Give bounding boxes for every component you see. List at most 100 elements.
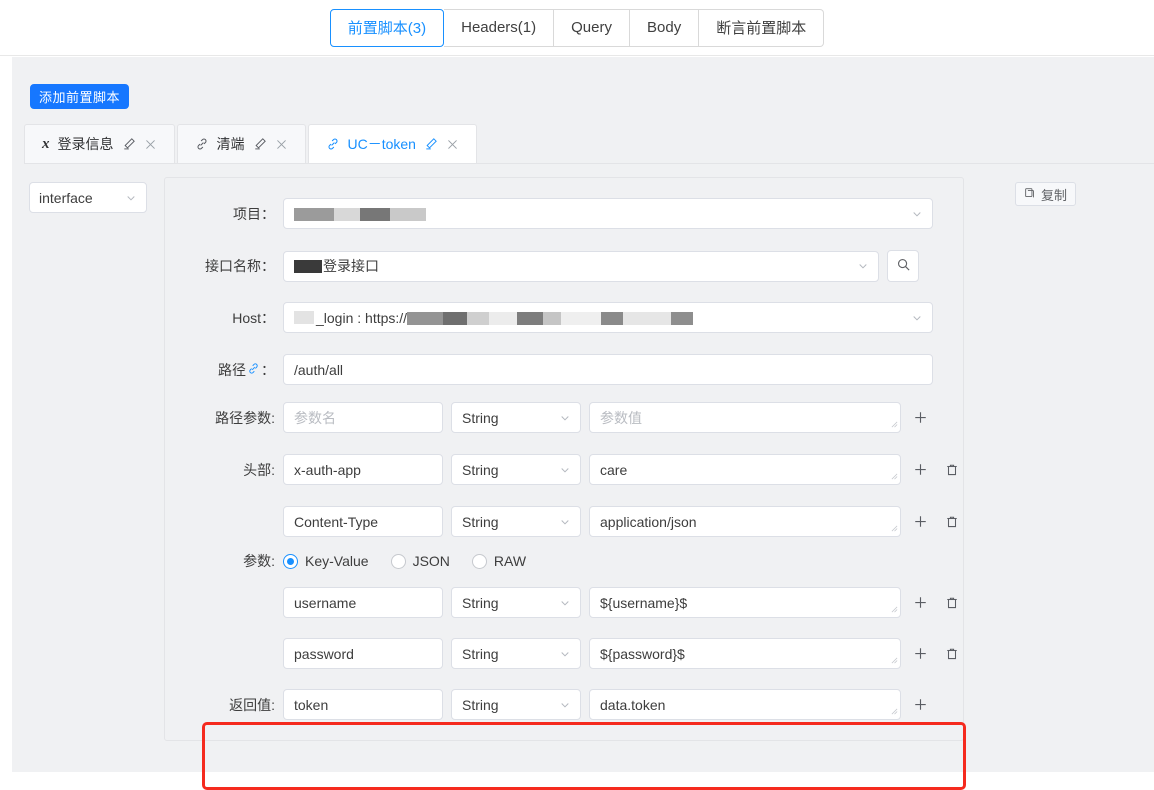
tab-assert-pre-script-label: 断言前置脚本 xyxy=(716,17,806,38)
project-label: 项目： xyxy=(165,204,283,224)
project-select[interactable] xyxy=(283,198,933,229)
header-type-select-1[interactable]: String xyxy=(451,454,581,485)
host-label: Host： xyxy=(165,308,283,328)
resize-handle-icon[interactable] xyxy=(891,467,898,483)
chevron-down-icon xyxy=(559,699,571,711)
param-type-value-2: String xyxy=(462,646,499,662)
radio-dot-selected-icon xyxy=(283,554,298,569)
chevron-down-icon xyxy=(559,464,571,476)
param-value-input-2[interactable]: ${password}$ xyxy=(589,638,901,669)
delete-header-button-2[interactable] xyxy=(943,513,961,531)
add-pre-script-button[interactable]: 添加前置脚本 xyxy=(30,84,129,109)
path-value: /auth/all xyxy=(294,362,343,378)
chevron-down-icon xyxy=(857,260,869,272)
pre-script-panel: 添加前置脚本 x 登录信息 清端 xyxy=(12,57,1154,772)
header-name-value-1: x-auth-app xyxy=(294,462,361,478)
radio-dot-icon xyxy=(472,554,487,569)
param-mode-raw[interactable]: RAW xyxy=(472,553,526,569)
add-header-button-1[interactable] xyxy=(911,461,929,479)
param-mode-json[interactable]: JSON xyxy=(391,553,450,569)
link-icon[interactable] xyxy=(247,362,260,378)
close-icon[interactable] xyxy=(275,138,288,151)
delete-param-button-1[interactable] xyxy=(943,594,961,612)
tab-pre-script-label: 前置脚本(3) xyxy=(348,17,426,38)
form-row-interface-name: 接口名称： 登录接口 xyxy=(165,250,963,282)
close-icon[interactable] xyxy=(144,138,157,151)
param-name-value-2: password xyxy=(294,646,354,662)
copy-button[interactable]: 复制 xyxy=(1015,182,1076,206)
return-value-path-input[interactable]: data.token xyxy=(589,689,901,720)
interface-type-value: interface xyxy=(39,190,93,206)
edit-pencil-icon[interactable] xyxy=(424,137,438,151)
tab-headers[interactable]: Headers(1) xyxy=(444,9,554,47)
param-name-input-1[interactable]: username xyxy=(283,587,443,618)
path-param-type-value: String xyxy=(462,410,499,426)
request-form-card: 项目： 接口名称： 登录接口 xyxy=(164,177,964,741)
script-tab-login-info[interactable]: x 登录信息 xyxy=(24,124,175,163)
interface-name-label: 接口名称： xyxy=(165,256,283,276)
param-mode-key-value[interactable]: Key-Value xyxy=(283,553,369,569)
resize-handle-icon[interactable] xyxy=(891,702,898,718)
main-tabs-group: 前置脚本(3) Headers(1) Query Body 断言前置脚本 xyxy=(330,9,824,47)
script-tab-bar: x 登录信息 清端 UC－token xyxy=(24,124,1154,164)
param-value-input-1[interactable]: ${username}$ xyxy=(589,587,901,618)
tab-body[interactable]: Body xyxy=(630,9,699,47)
tab-query[interactable]: Query xyxy=(554,9,630,47)
return-value-type-select[interactable]: String xyxy=(451,689,581,720)
header-value-input-2[interactable]: application/json xyxy=(589,506,901,537)
delete-header-button-1[interactable] xyxy=(943,461,961,479)
script-tab-uc-token[interactable]: UC－token xyxy=(308,124,477,163)
param-value-2: ${password}$ xyxy=(600,646,685,662)
tab-body-label: Body xyxy=(647,19,681,36)
add-param-button-2[interactable] xyxy=(911,645,929,663)
script-tab-qingduan[interactable]: 清端 xyxy=(177,124,306,163)
interface-search-button[interactable] xyxy=(887,250,919,282)
tab-assert-pre-script[interactable]: 断言前置脚本 xyxy=(699,9,824,47)
path-param-value-input[interactable]: 参数值 xyxy=(589,402,901,433)
resize-handle-icon[interactable] xyxy=(891,600,898,616)
project-value-redacted xyxy=(294,206,426,222)
edit-pencil-icon[interactable] xyxy=(253,137,267,151)
script-tab-qingduan-label: 清端 xyxy=(217,134,245,154)
header-type-select-2[interactable]: String xyxy=(451,506,581,537)
delete-param-button-2[interactable] xyxy=(943,645,961,663)
edit-pencil-icon[interactable] xyxy=(122,137,136,151)
resize-handle-icon[interactable] xyxy=(891,651,898,667)
path-params-label: 路径参数: xyxy=(165,408,283,428)
add-param-button-1[interactable] xyxy=(911,594,929,612)
search-icon xyxy=(896,257,911,275)
add-return-value-button[interactable] xyxy=(911,696,929,714)
param-name-input-2[interactable]: password xyxy=(283,638,443,669)
copy-icon xyxy=(1024,187,1036,202)
param-type-select-2[interactable]: String xyxy=(451,638,581,669)
header-name-input-2[interactable]: Content-Type xyxy=(283,506,443,537)
resize-handle-icon[interactable] xyxy=(891,519,898,535)
host-redaction-suffix xyxy=(407,310,693,326)
link-chain-icon xyxy=(326,137,340,151)
header-value-input-1[interactable]: care xyxy=(589,454,901,485)
host-value: _login : https:// xyxy=(316,310,407,326)
tab-headers-label: Headers(1) xyxy=(461,19,536,36)
param-type-select-1[interactable]: String xyxy=(451,587,581,618)
add-path-param-button[interactable] xyxy=(911,409,929,427)
param-mode-key-value-label: Key-Value xyxy=(305,553,369,569)
chevron-down-icon xyxy=(559,412,571,424)
header-name-input-1[interactable]: x-auth-app xyxy=(283,454,443,485)
interface-name-select[interactable]: 登录接口 xyxy=(283,251,879,282)
path-param-name-input[interactable]: 参数名 xyxy=(283,402,443,433)
link-chain-icon xyxy=(195,137,209,151)
chevron-down-icon xyxy=(125,192,137,204)
close-icon[interactable] xyxy=(446,138,459,151)
resize-handle-icon[interactable] xyxy=(891,415,898,431)
path-label: 路径 ： xyxy=(165,360,283,380)
add-header-button-2[interactable] xyxy=(911,513,929,531)
path-input[interactable]: /auth/all xyxy=(283,354,933,385)
form-row-param-1: username String ${username}$ xyxy=(165,587,963,618)
path-param-type-select[interactable]: String xyxy=(451,402,581,433)
host-select[interactable]: _login : https:// xyxy=(283,302,933,333)
tab-pre-script[interactable]: 前置脚本(3) xyxy=(330,9,444,47)
interface-type-select[interactable]: interface xyxy=(29,182,147,213)
chevron-down-icon xyxy=(559,516,571,528)
return-value-name-input[interactable]: token xyxy=(283,689,443,720)
copy-button-label: 复制 xyxy=(1041,185,1067,204)
